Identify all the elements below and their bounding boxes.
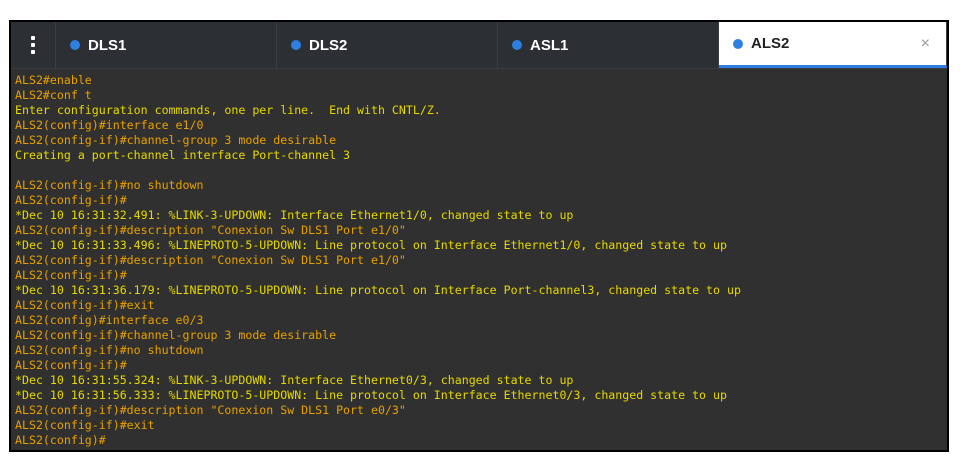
console-command-line: ALS2(config-if)#description "Conexion Sw… <box>15 403 406 417</box>
console-message-line: *Dec 10 16:31:55.324: %LINK-3-UPDOWN: In… <box>15 373 574 387</box>
status-dot-icon <box>70 40 80 50</box>
tab-label: ALS2 <box>751 35 790 52</box>
console-command-line: ALS2(config-if)#description "Conexion Sw… <box>15 253 406 267</box>
tab-label: ASL1 <box>530 36 569 54</box>
console-command-line: ALS2(config-if)#channel-group 3 mode des… <box>15 133 337 147</box>
vertical-dots-icon <box>31 36 35 54</box>
console-command-line: ALS2(config-if)# <box>15 193 127 207</box>
tab-label: DLS1 <box>88 36 127 54</box>
terminal-window: DLS1 DLS2 ASL1 ALS2 × ALS2#enable ALS2#co… <box>9 20 949 452</box>
console-output[interactable]: ALS2#enable ALS2#conf t Enter configuratio… <box>11 69 947 450</box>
console-message-line: Enter configuration commands, one per li… <box>15 103 441 117</box>
menu-button[interactable] <box>11 22 56 68</box>
tab-als2[interactable]: ALS2 × <box>719 22 947 68</box>
console-message-line: *Dec 10 16:31:36.179: %LINEPROTO-5-UPDOW… <box>15 283 741 297</box>
tab-label: DLS2 <box>309 36 348 54</box>
tab-asl1[interactable]: ASL1 <box>498 22 719 68</box>
console-command-line: ALS2#enable <box>15 73 92 87</box>
console-command-line: ALS2(config-if)#no shutdown <box>15 178 204 192</box>
tab-dls1[interactable]: DLS1 <box>56 22 277 68</box>
console-command-line: ALS2(config-if)#exit <box>15 418 155 432</box>
console-message-line: Creating a port-channel interface Port-c… <box>15 148 351 162</box>
status-dot-icon <box>291 40 301 50</box>
status-dot-icon <box>512 40 522 50</box>
console-command-line: ALS2(config-if)# <box>15 358 127 372</box>
console-command-line: ALS2(config-if)#channel-group 3 mode des… <box>15 328 337 342</box>
status-dot-icon <box>733 38 743 49</box>
session-tab-bar: DLS1 DLS2 ASL1 ALS2 × <box>11 22 947 69</box>
console-command-line: ALS2(config-if)#exit <box>15 298 155 312</box>
console-command-line: ALS2#conf t <box>15 88 92 102</box>
console-command-line: ALS2(config)# <box>15 433 106 447</box>
console-command-line: ALS2(config)#interface e1/0 <box>15 118 204 132</box>
console-command-line: ALS2(config)#interface e0/3 <box>15 313 204 327</box>
console-message-line: *Dec 10 16:31:56.333: %LINEPROTO-5-UPDOW… <box>15 388 727 402</box>
console-message-line: *Dec 10 16:31:32.491: %LINK-3-UPDOWN: In… <box>15 208 574 222</box>
close-tab-icon[interactable]: × <box>921 35 930 53</box>
console-message-line: *Dec 10 16:31:33.496: %LINEPROTO-5-UPDOW… <box>15 238 727 252</box>
console-command-line: ALS2(config-if)#description "Conexion Sw… <box>15 223 406 237</box>
console-command-line: ALS2(config-if)# <box>15 268 127 282</box>
console-command-line: ALS2(config-if)#no shutdown <box>15 343 204 357</box>
tab-dls2[interactable]: DLS2 <box>277 22 498 68</box>
